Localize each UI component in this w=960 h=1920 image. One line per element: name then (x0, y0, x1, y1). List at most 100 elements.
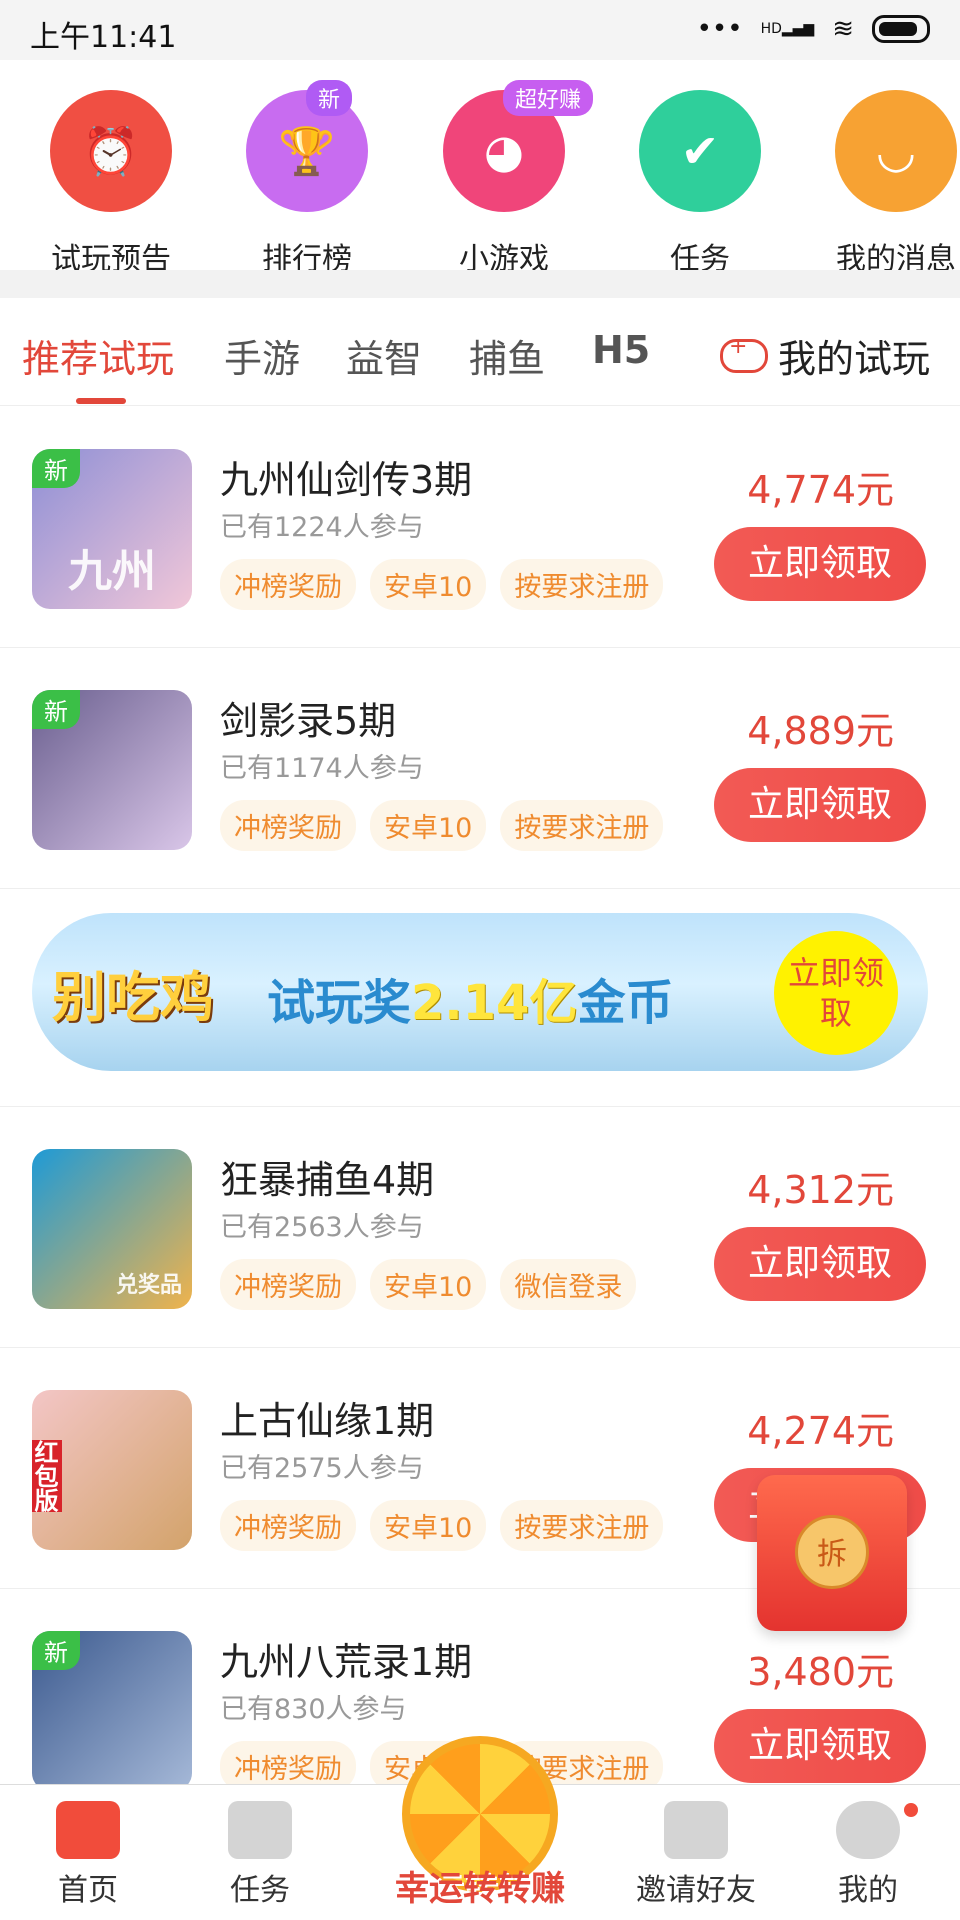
status-time: 上午11:41 (30, 20, 177, 55)
more-dots-icon: ••• (696, 14, 743, 44)
game-thumbnail: 红包版 (32, 1390, 192, 1550)
notification-dot (904, 1803, 918, 1817)
quick-item-preview[interactable]: ⏰ 试玩预告 (13, 90, 209, 270)
game-thumbnail: 新 九州 (32, 449, 192, 609)
new-badge: 新 (306, 80, 353, 116)
calendar-check-icon: ✔ (639, 90, 761, 212)
home-icon (56, 1801, 120, 1859)
nav-profile[interactable]: 我的 (788, 1785, 948, 1909)
tab-recommended[interactable]: 推荐试玩 (22, 328, 174, 383)
reward-price: 4,774元 (747, 468, 894, 512)
game-row[interactable]: 新 剑影录5期 已有1174人参与 冲榜奖励 安卓10 按要求注册 4,889元… (0, 648, 960, 889)
tag: 按要求注册 (500, 559, 664, 610)
my-trial-button[interactable]: 我的试玩 (719, 328, 930, 383)
game-title: 上古仙缘1期 (220, 1399, 435, 1443)
game-thumbnail: 新 (32, 690, 192, 850)
promo-banner[interactable]: 别吃鸡 试玩奖2.14亿金币 立即领取 (32, 913, 928, 1071)
pacman-icon: ◕ 超好赚 (443, 80, 594, 212)
red-packet-float-button[interactable]: 拆 (757, 1475, 907, 1631)
tag: 安卓10 (370, 1259, 487, 1310)
game-title: 剑影录5期 (220, 699, 397, 743)
game-title: 九州八荒录1期 (220, 1640, 473, 1684)
thumbnail-text: 红包版 (32, 1440, 62, 1512)
section-divider (0, 270, 960, 298)
tag: 冲榜奖励 (220, 559, 356, 610)
claim-button[interactable]: 立即领取 (714, 1227, 926, 1301)
claim-button[interactable]: 立即领取 (714, 768, 926, 842)
my-trial-label: 我的试玩 (777, 337, 930, 381)
game-thumbnail: 兑奖品 (32, 1149, 192, 1309)
quick-label: 任务 (670, 242, 730, 270)
lucky-wheel-button[interactable]: 幸运转转赚 (380, 1736, 580, 1916)
invite-icon (664, 1801, 728, 1859)
banner-slogan: 试玩奖2.14亿金币 (267, 963, 673, 1033)
tag: 安卓10 (370, 800, 487, 851)
participant-count: 已有1224人参与 (220, 512, 424, 543)
nav-label: 任务 (230, 1873, 290, 1908)
slogan-suffix: 金币 (577, 975, 674, 1031)
participant-count: 已有1174人参与 (220, 753, 424, 784)
new-tag: 新 (32, 690, 80, 729)
quick-label: 试玩预告 (51, 242, 171, 270)
slogan-prefix: 试玩奖 (267, 975, 412, 1031)
tab-fishing[interactable]: 捕鱼 (469, 328, 545, 383)
quick-item-minigame[interactable]: ◕ 超好赚 小游戏 (406, 80, 602, 270)
lucky-wheel-label: 幸运转转赚 (395, 1869, 565, 1909)
banner-cta-button[interactable]: 立即领取 (774, 931, 898, 1055)
tag: 冲榜奖励 (220, 1259, 356, 1310)
quick-actions: ⏰ 试玩预告 🏆 新 排行榜 ◕ 超好赚 小游戏 ✔ 任务 ◡ 我的消息 (0, 60, 960, 270)
participant-count: 已有2563人参与 (220, 1212, 424, 1243)
game-row[interactable]: 新 九州 九州仙剑传3期 已有1224人参与 冲榜奖励 安卓10 按要求注册 4… (0, 407, 960, 648)
nav-home[interactable]: 首页 (8, 1785, 168, 1909)
status-icons: ••• HD▂▄▆ ≋ (697, 14, 930, 44)
red-packet-coin-icon: 拆 (795, 1515, 869, 1589)
nav-label: 首页 (58, 1873, 118, 1908)
tag: 安卓10 (370, 559, 487, 610)
game-tags: 冲榜奖励 安卓10 按要求注册 (220, 559, 664, 610)
quick-item-tasks[interactable]: ✔ 任务 (602, 90, 798, 270)
participant-count: 已有2575人参与 (220, 1453, 424, 1484)
thumbnail-text: 兑奖品 (115, 1273, 182, 1298)
reward-price: 4,312元 (747, 1168, 894, 1212)
game-title: 九州仙剑传3期 (220, 458, 473, 502)
tag: 冲榜奖励 (220, 800, 356, 851)
nav-invite[interactable]: 邀请好友 (616, 1785, 776, 1909)
nav-tasks[interactable]: 任务 (180, 1785, 340, 1909)
game-tags: 冲榜奖励 安卓10 微信登录 (220, 1259, 637, 1310)
promo-banner-row: 别吃鸡 试玩奖2.14亿金币 立即领取 (0, 889, 960, 1107)
game-tags: 冲榜奖励 安卓10 按要求注册 (220, 800, 664, 851)
game-row[interactable]: 兑奖品 狂暴捕鱼4期 已有2563人参与 冲榜奖励 安卓10 微信登录 4,31… (0, 1107, 960, 1348)
reward-price: 3,480元 (747, 1650, 894, 1694)
tag: 按要求注册 (500, 1500, 664, 1551)
hd-label: HD (760, 21, 782, 37)
banner-logo: 别吃鸡 (52, 965, 214, 1029)
active-tab-indicator (76, 398, 126, 404)
tag: 按要求注册 (500, 800, 664, 851)
game-thumbnail: 新 (32, 1631, 192, 1791)
quick-label: 我的消息 (836, 242, 956, 270)
profile-icon (836, 1801, 900, 1859)
task-icon (228, 1801, 292, 1859)
gamepad-icon (719, 334, 768, 373)
battery-icon (872, 15, 930, 43)
nav-label: 我的 (838, 1873, 898, 1908)
wifi-icon: ≋ (832, 14, 854, 44)
signal-icon: HD▂▄▆ (760, 21, 815, 37)
alarm-clock-icon: ⏰ (50, 90, 172, 212)
reward-price: 4,274元 (747, 1409, 894, 1453)
category-tabs: 推荐试玩 手游 益智 捕鱼 H5 我的试玩 (0, 298, 960, 406)
claim-button[interactable]: 立即领取 (714, 527, 926, 601)
tab-h5[interactable]: H5 (592, 328, 650, 372)
tab-mobile-games[interactable]: 手游 (224, 328, 300, 383)
new-tag: 新 (32, 449, 80, 488)
game-title: 狂暴捕鱼4期 (220, 1158, 435, 1202)
tag: 微信登录 (500, 1259, 637, 1310)
tab-puzzle[interactable]: 益智 (346, 328, 422, 383)
claim-button[interactable]: 立即领取 (714, 1709, 926, 1783)
quick-item-messages[interactable]: ◡ 我的消息 (798, 90, 960, 270)
quick-label: 小游戏 (459, 242, 549, 270)
quick-label: 排行榜 (262, 242, 352, 270)
thumbnail-text: 九州 (68, 546, 156, 597)
quick-item-ranking[interactable]: 🏆 新 排行榜 (209, 80, 405, 270)
trophy-icon: 🏆 新 (246, 80, 368, 212)
